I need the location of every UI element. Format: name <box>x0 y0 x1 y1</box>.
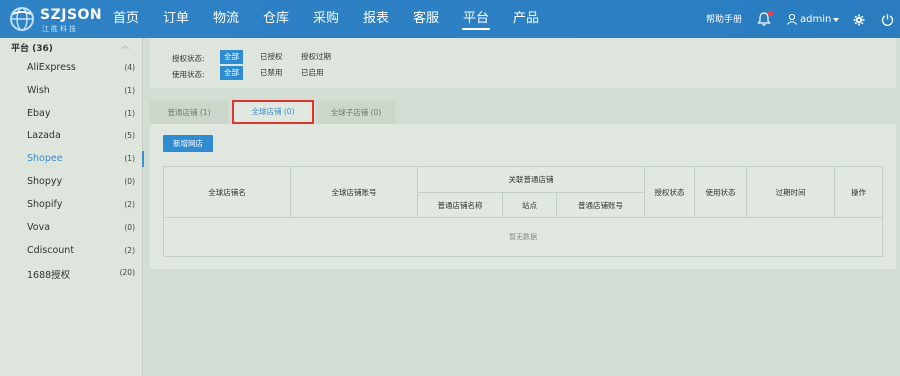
notification-dot <box>768 11 773 16</box>
auth-filter-authorized[interactable]: 已授权 <box>256 50 287 64</box>
nav-item-warehouse[interactable]: 仓库 <box>254 0 298 38</box>
nav-item-reports[interactable]: 报表 <box>354 0 398 38</box>
sidebar-item-vova[interactable]: Vova (0) <box>0 217 143 239</box>
sidebar-item-shopyy[interactable]: Shopyy (0) <box>0 171 143 193</box>
sidebar-item-count: (4) <box>124 63 135 72</box>
sidebar-item-count: (0) <box>124 177 135 186</box>
sidebar-item-count: (2) <box>124 200 135 209</box>
global-store-table: 全球店铺名 全球店铺账号 关联普通店铺 普通店铺名称 站点 普通店铺账号 授权状… <box>163 166 883 257</box>
sidebar-header[interactable]: 平台 (36) ︿ <box>0 38 143 56</box>
platform-sidebar: 平台 (36) ︿ AliExpress (4) Wish (1) Ebay (… <box>0 38 144 376</box>
logo-subtitle: 江胜科技 <box>42 25 78 33</box>
power-icon[interactable] <box>881 13 894 26</box>
col-global-store-name[interactable]: 全球店铺名 <box>164 167 291 218</box>
sidebar-item-label: Cdiscount <box>27 245 75 256</box>
nav-item-platform[interactable]: 平台 <box>454 0 498 38</box>
sidebar-item-shopify[interactable]: Shopify (2) <box>0 194 143 216</box>
chevron-up-icon[interactable]: ︿ <box>121 40 129 51</box>
gear-icon[interactable] <box>853 14 865 26</box>
store-panel: 普通店铺 (1) 全球店铺 (0) 全球子店铺 (0) 新增网店 全球店铺名 全… <box>150 99 896 269</box>
nav-item-service[interactable]: 客服 <box>404 0 448 38</box>
nav-item-products[interactable]: 产品 <box>504 0 548 38</box>
nav-item-home[interactable]: 首页 <box>104 0 148 38</box>
nav-item-orders[interactable]: 订单 <box>154 0 198 38</box>
sidebar-item-count: (1) <box>124 86 135 95</box>
user-name[interactable]: admin <box>800 0 831 40</box>
use-filter-enabled[interactable]: 已启用 <box>297 66 328 80</box>
sidebar-item-label: Vova <box>27 222 51 233</box>
tab-normal-stores[interactable]: 普通店铺 (1) <box>150 101 228 124</box>
sidebar-item-1688[interactable]: 1688授权 (20) <box>0 262 143 284</box>
auth-filter-expired[interactable]: 授权过期 <box>297 50 335 64</box>
sidebar-item-count: (2) <box>124 246 135 255</box>
col-linked-site[interactable]: 站点 <box>503 193 557 218</box>
chevron-down-icon[interactable] <box>833 18 839 22</box>
sidebar-item-count: (1) <box>124 109 135 118</box>
sidebar-item-label: Lazada <box>27 130 61 141</box>
sidebar-item-cdiscount[interactable]: Cdiscount (2) <box>0 240 143 262</box>
sidebar-item-count: (1) <box>124 154 135 163</box>
col-linked-store-account[interactable]: 普通店铺账号 <box>557 193 645 218</box>
sidebar-item-label: AliExpress <box>27 62 76 73</box>
use-status-label: 使用状态: <box>172 70 205 79</box>
auth-filter-all[interactable]: 全部 <box>220 50 243 64</box>
auth-status-label: 授权状态: <box>172 54 205 63</box>
sidebar-item-wish[interactable]: Wish (1) <box>0 80 143 102</box>
col-auth-status[interactable]: 授权状态 <box>645 167 695 218</box>
top-navbar: SZJSON 江胜科技 首页 订单 物流 仓库 采购 报表 客服 平台 产品 帮… <box>0 0 900 38</box>
sidebar-item-label: Ebay <box>27 108 51 119</box>
user-icon[interactable] <box>786 13 798 25</box>
sidebar-item-label: Wish <box>27 85 50 96</box>
col-group-linked-stores: 关联普通店铺 <box>418 167 645 193</box>
sidebar-item-count: (0) <box>124 223 135 232</box>
sidebar-item-ebay[interactable]: Ebay (1) <box>0 103 143 125</box>
nav-item-logistics[interactable]: 物流 <box>204 0 248 38</box>
sidebar-item-count: (5) <box>124 131 135 140</box>
use-filter-all[interactable]: 全部 <box>220 66 243 80</box>
col-use-status[interactable]: 使用状态 <box>695 167 747 218</box>
tab-global-stores[interactable]: 全球店铺 (0) <box>232 100 314 124</box>
panel-body: 新增网店 全球店铺名 全球店铺账号 关联普通店铺 普通店铺名称 站点 普通店铺账… <box>150 124 896 269</box>
col-global-store-account[interactable]: 全球店铺账号 <box>291 167 418 218</box>
status-filters: 授权状态: 全部 已授权 授权过期 使用状态: 全部 已禁用 已启用 <box>150 38 896 88</box>
main-nav: 首页 订单 物流 仓库 采购 报表 客服 平台 产品 <box>104 0 554 38</box>
col-expire-time[interactable]: 过期时间 <box>747 167 835 218</box>
sidebar-item-label: Shopify <box>27 199 63 210</box>
sidebar-item-label: Shopee <box>27 153 63 164</box>
sidebar-item-label: Shopyy <box>27 176 63 187</box>
nav-item-purchase[interactable]: 采购 <box>304 0 348 38</box>
sidebar-title: 平台 (36) <box>11 44 53 54</box>
sidebar-item-count: (20) <box>119 268 135 277</box>
help-manual-link[interactable]: 帮助手册 <box>706 0 742 40</box>
logo[interactable]: SZJSON 江胜科技 <box>8 5 103 33</box>
use-filter-disabled[interactable]: 已禁用 <box>256 66 287 80</box>
add-store-button[interactable]: 新增网店 <box>163 135 213 152</box>
sidebar-item-label: 1688授权 <box>27 270 71 281</box>
tab-global-sub-stores[interactable]: 全球子店铺 (0) <box>317 101 395 124</box>
store-tabs: 普通店铺 (1) 全球店铺 (0) 全球子店铺 (0) <box>150 99 896 124</box>
logo-title: SZJSON <box>40 7 103 23</box>
col-linked-store-name[interactable]: 普通店铺名称 <box>418 193 503 218</box>
sidebar-item-shopee[interactable]: Shopee (1) <box>0 148 144 170</box>
sidebar-item-lazada[interactable]: Lazada (5) <box>0 125 143 147</box>
sidebar-item-aliexpress[interactable]: AliExpress (4) <box>0 57 143 79</box>
empty-state-text: 暂无数据 <box>509 233 537 241</box>
col-actions: 操作 <box>835 167 882 218</box>
logo-globe-icon <box>10 7 34 31</box>
